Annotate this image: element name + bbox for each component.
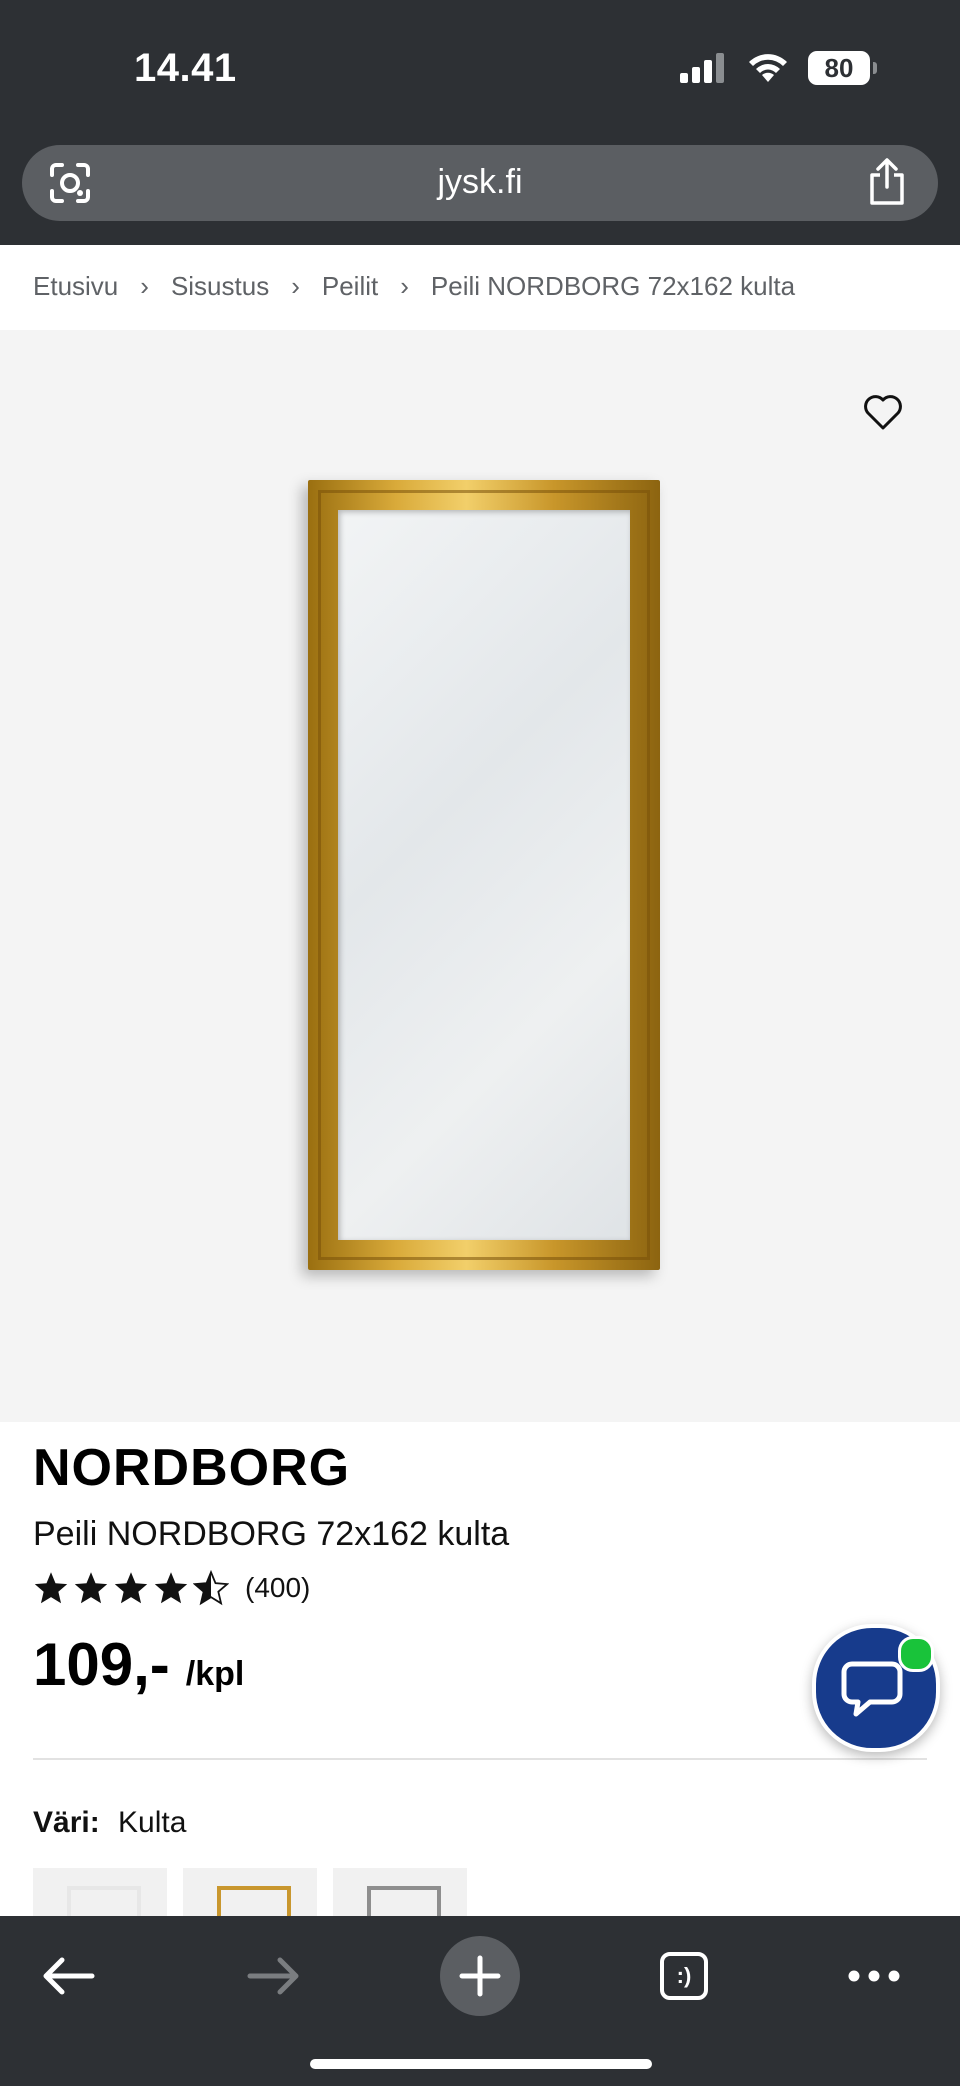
breadcrumb-item-etusivu[interactable]: Etusivu [33, 271, 118, 302]
breadcrumb-separator: › [400, 270, 409, 301]
tabs-icon: :) [660, 1952, 708, 2000]
price-unit: /kpl [185, 1655, 245, 1693]
price-value: 109,- [33, 1631, 170, 1698]
more-icon [848, 1970, 900, 1982]
breadcrumb: Etusivu › Sisustus › Peilit › Peili NORD… [33, 266, 795, 306]
breadcrumb-item-peilit[interactable]: Peilit [322, 271, 378, 302]
breadcrumb-separator: › [140, 270, 149, 301]
more-button[interactable] [834, 1936, 914, 2016]
swatch-silver[interactable] [333, 1868, 467, 1918]
status-time: 14.41 [134, 46, 237, 90]
battery-icon: 80 [808, 51, 877, 85]
heart-icon[interactable] [862, 392, 904, 432]
tabs-button[interactable]: :) [644, 1936, 724, 2016]
online-status-dot [898, 1636, 934, 1672]
color-selector-label: Väri: Kulta [33, 1806, 186, 1840]
back-button[interactable] [28, 1936, 108, 2016]
forward-button[interactable] [234, 1936, 314, 2016]
status-icons: 80 [680, 48, 877, 88]
swatch-white[interactable] [33, 1868, 167, 1918]
star-full-icon [74, 1572, 108, 1604]
share-icon[interactable] [866, 157, 908, 207]
battery-level: 80 [824, 52, 854, 83]
rating-count: (400) [245, 1572, 311, 1603]
product-name: Peili NORDBORG 72x162 kulta [33, 1515, 510, 1553]
swatch-frame [67, 1886, 141, 1918]
browser-chrome: 14.41 80 jysk.fi [0, 0, 960, 245]
address-bar[interactable]: jysk.fi [22, 145, 938, 221]
signal-icon [680, 53, 724, 83]
breadcrumb-item-current: Peili NORDBORG 72x162 kulta [430, 270, 796, 301]
star-full-icon [114, 1572, 148, 1604]
color-swatches [33, 1868, 467, 1918]
browser-toolbar: :) [0, 1916, 960, 2086]
swatch-frame [367, 1886, 441, 1918]
product-image-mirror [308, 480, 660, 1270]
new-tab-plus-icon [459, 1955, 501, 1997]
price: 109,- /kpl [33, 1630, 244, 1699]
wifi-icon [749, 54, 787, 82]
breadcrumb-separator: › [291, 270, 300, 301]
tabs-label: :) [676, 1963, 692, 1988]
url-text: jysk.fi [437, 163, 523, 201]
swatch-gold[interactable] [183, 1868, 317, 1918]
star-full-icon [154, 1572, 188, 1604]
new-tab-button[interactable] [440, 1936, 520, 2016]
color-label: Väri: [33, 1806, 100, 1839]
star-half-icon [193, 1570, 229, 1606]
product-brand: NORDBORG [33, 1439, 351, 1497]
star-full-icon [34, 1572, 68, 1604]
forward-arrow-icon [247, 1957, 299, 1995]
product-image-area[interactable] [0, 330, 960, 1422]
home-indicator [310, 2059, 652, 2069]
swatch-frame [217, 1886, 291, 1918]
divider [33, 1758, 927, 1760]
rating[interactable]: (400) [33, 1570, 310, 1606]
back-arrow-icon [43, 1957, 95, 1995]
color-value: Kulta [118, 1806, 187, 1839]
breadcrumb-item-sisustus[interactable]: Sisustus [171, 271, 269, 302]
